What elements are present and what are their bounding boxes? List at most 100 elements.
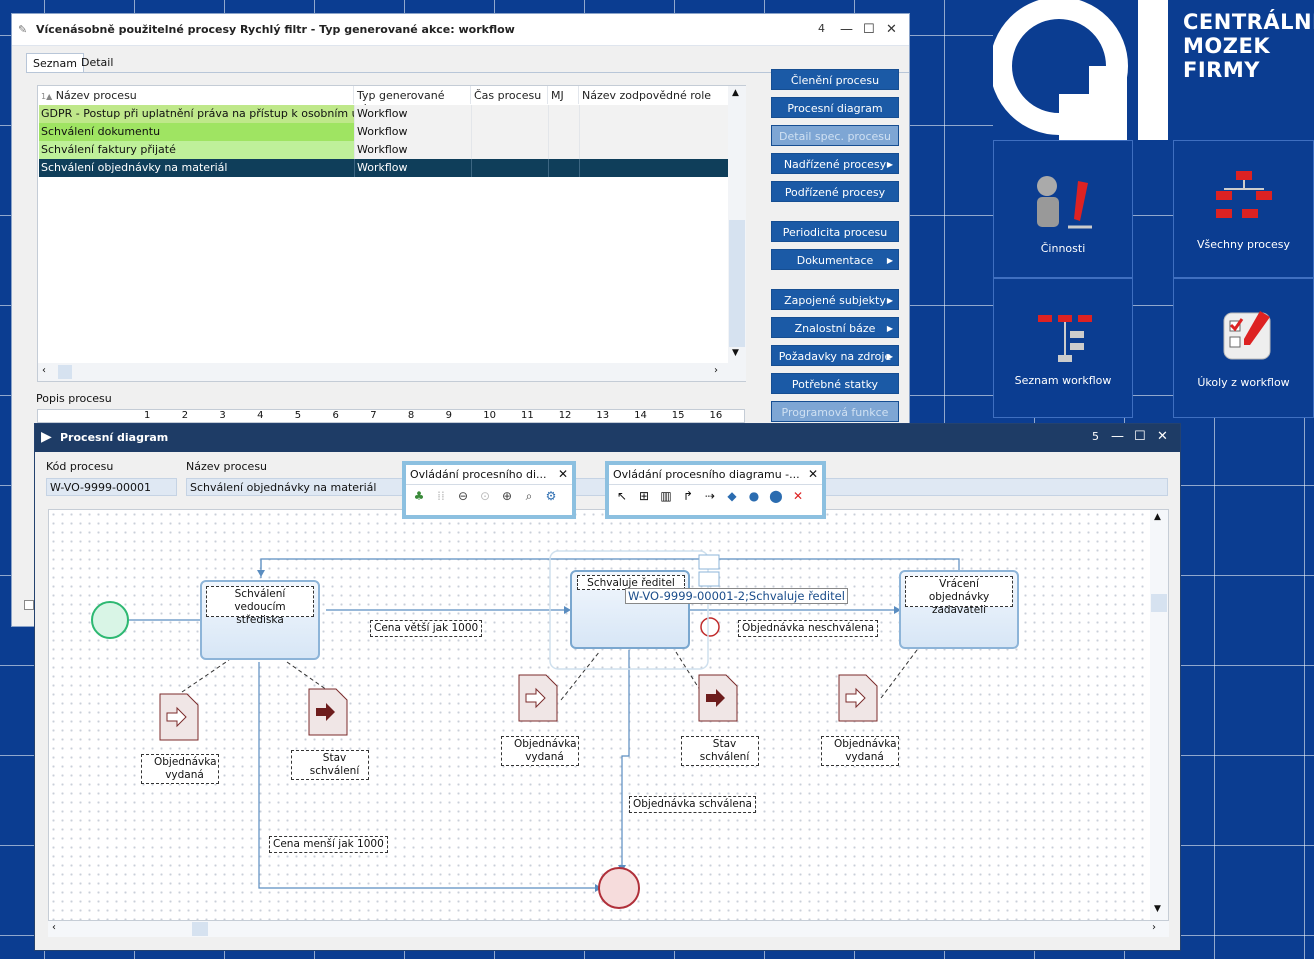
chevron-right-icon[interactable]: ›	[714, 365, 718, 376]
zoom-out-icon[interactable]: ⊖	[454, 487, 472, 505]
table-row-selected[interactable]: Schválení objednávky na materiál Workflo…	[39, 159, 728, 177]
delete-icon[interactable]: ✕	[789, 487, 807, 505]
chevron-down-icon[interactable]: ▼	[1154, 904, 1161, 914]
pointer-icon[interactable]: ↖	[613, 487, 631, 505]
vertical-scrollbar[interactable]: ▲ ▼	[1150, 510, 1168, 920]
cell-name: Schválení dokumentu	[39, 123, 355, 141]
end-event-icon[interactable]: ⬤	[767, 487, 785, 505]
side-button-5[interactable]: Podřízené procesy	[771, 181, 899, 202]
minimize-icon[interactable]: —	[840, 22, 853, 37]
side-button-7[interactable]: Dokumentace ▶	[771, 249, 899, 270]
window-badge: 5	[1092, 430, 1099, 443]
tab-label: Detail	[81, 56, 114, 69]
scrollbar-thumb[interactable]	[58, 365, 72, 379]
close-icon[interactable]: ✕	[808, 467, 818, 481]
column-header-cas[interactable]: Čas procesu	[471, 86, 548, 104]
logo-text: CENTRÁLNÍ MOZEK FIRMY	[1183, 10, 1314, 82]
document-out-icon[interactable]	[698, 674, 738, 722]
table-row[interactable]: GDPR - Postup při uplatnění práva na pří…	[39, 105, 728, 123]
layout-icon[interactable]: ♣	[410, 487, 428, 505]
flow-label: Cena větší jak 1000	[370, 620, 483, 637]
ruler-tick-label: 6	[332, 410, 339, 421]
document-in-icon[interactable]	[838, 674, 878, 722]
close-icon[interactable]: ✕	[1157, 429, 1168, 444]
vertical-scrollbar[interactable]: ▲ ▼	[728, 86, 746, 363]
tooltip: W-VO-9999-00001-2;Schvaluje ředitel	[625, 588, 848, 604]
button-label: Programová funkce	[781, 406, 889, 419]
table-row[interactable]: Schválení faktury přijaté Workflow	[39, 141, 728, 159]
close-icon[interactable]: ✕	[558, 467, 568, 481]
diagram-canvas[interactable]: Schválení vedoucím střediska Schvaluje ř…	[48, 509, 1169, 921]
chevron-left-icon[interactable]: ‹	[42, 365, 46, 376]
diagram-edit-toolbar: Ovládání procesního diagramu -... ✕ ↖ ⊞ ▥ ↱ ⇢…	[605, 461, 826, 519]
logo-line-2: MOZEK	[1183, 34, 1271, 58]
button-label: Periodicita procesu	[782, 226, 888, 239]
tile-seznam-workflow[interactable]: Seznam workflow	[993, 278, 1133, 418]
checkbox[interactable]	[24, 600, 34, 610]
side-button-11[interactable]: Potřebné statky	[771, 373, 899, 394]
side-button-6[interactable]: Periodicita procesu	[771, 221, 899, 242]
side-button-12[interactable]: Programová funkce	[771, 401, 899, 422]
table-row[interactable]: Schválení dokumentu Workflow	[39, 123, 728, 141]
zoom-reset-icon[interactable]: ⊙	[476, 487, 494, 505]
ruler-tick-label: 15	[671, 410, 685, 421]
add-task-icon[interactable]: ⊞	[635, 487, 653, 505]
scrollbar-thumb[interactable]	[729, 220, 745, 347]
chevron-left-icon[interactable]: ‹	[52, 922, 56, 933]
chevron-right-icon[interactable]: ›	[1152, 922, 1156, 933]
document-in-icon[interactable]	[159, 693, 199, 741]
zoom-in-icon[interactable]: ⊕	[498, 487, 516, 505]
scrollbar-thumb[interactable]	[1151, 594, 1167, 612]
pool-icon[interactable]: ▥	[657, 487, 675, 505]
side-button-4[interactable]: Nadřízené procesy ▶	[771, 153, 899, 174]
diagram-view-toolbar: Ovládání procesního di... ✕ ♣ ⁞⁞ ⊖ ⊙ ⊕ ⌕ ⚙	[402, 461, 576, 519]
chevron-down-icon[interactable]: ▼	[732, 348, 739, 358]
side-button-9[interactable]: Znalostní báze ▶	[771, 317, 899, 338]
maximize-icon[interactable]: ☐	[863, 22, 875, 37]
chevron-right-icon: ▶	[886, 160, 893, 169]
settings-icon[interactable]: ⚙	[542, 487, 560, 505]
gateway-icon[interactable]: ◆	[723, 487, 741, 505]
column-header-role[interactable]: Název zodpovědné role	[579, 86, 727, 104]
cell-type: Workflow	[355, 105, 472, 123]
chevron-right-icon: ▶	[886, 324, 893, 333]
side-button-3[interactable]: Detail spec. procesu	[771, 125, 899, 146]
grid-icon[interactable]: ⁞⁞	[432, 487, 450, 505]
side-button-8[interactable]: Zapojené subjekty ▶	[771, 289, 899, 310]
chevron-up-icon[interactable]: ▲	[1154, 512, 1161, 522]
chevron-up-icon[interactable]: ▲	[732, 88, 739, 98]
side-button-2[interactable]: Procesní diagram	[771, 97, 899, 118]
tile-cinnosti[interactable]: Činnosti	[993, 140, 1133, 278]
kod-field[interactable]: W-VO-9999-00001	[46, 478, 177, 496]
ruler-tick-label: 1	[144, 410, 151, 421]
button-label: Členění procesu	[790, 74, 880, 87]
column-header-mj[interactable]: MJ	[548, 86, 579, 104]
event-icon[interactable]: ●	[745, 487, 763, 505]
close-icon[interactable]: ✕	[886, 22, 897, 37]
horizontal-scrollbar[interactable]: ‹ ›	[48, 921, 1169, 937]
minimize-icon[interactable]: —	[1111, 429, 1124, 444]
ruler-tick-label: 7	[370, 410, 377, 421]
side-button-10[interactable]: Požadavky na zdroje ▶	[771, 345, 899, 366]
toolbar-title: Ovládání procesního diagramu -...	[613, 468, 800, 481]
toolbar-header: Ovládání procesního diagramu -... ✕	[609, 465, 822, 485]
dashed-connector-icon[interactable]: ⇢	[701, 487, 719, 505]
column-header-nazev[interactable]: 1▲ Název procesu	[38, 86, 354, 104]
horizontal-scrollbar[interactable]: ‹ ›	[38, 363, 746, 381]
cell-type: Workflow	[355, 159, 472, 177]
column-header-typ[interactable]: Typ generované akce	[354, 86, 471, 115]
tile-ukoly-z-workflow[interactable]: Úkoly z workflow	[1173, 278, 1314, 418]
maximize-icon[interactable]: ☐	[1134, 429, 1146, 444]
document-out-icon[interactable]	[308, 688, 348, 736]
logo-line-3: FIRMY	[1183, 58, 1260, 82]
tile-vsechny-procesy[interactable]: Všechny procesy	[1173, 140, 1314, 278]
button-label: Nadřízené procesy	[783, 158, 887, 171]
side-button-1[interactable]: Členění procesu	[771, 69, 899, 90]
scrollbar-thumb[interactable]	[192, 922, 208, 936]
cell-name: Schválení objednávky na materiál	[39, 159, 355, 177]
connector-icon[interactable]: ↱	[679, 487, 697, 505]
button-label: Zapojené subjekty	[784, 294, 886, 307]
tab-detail[interactable]: Detail	[75, 53, 119, 73]
document-in-icon[interactable]	[518, 674, 558, 722]
zoom-fit-icon[interactable]: ⌕	[520, 487, 538, 505]
